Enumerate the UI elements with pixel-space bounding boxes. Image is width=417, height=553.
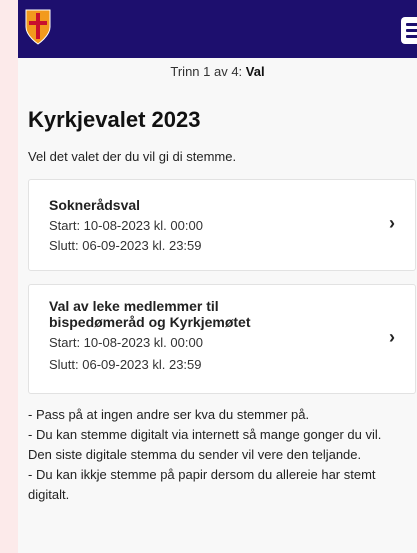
church-logo-icon[interactable] (25, 9, 51, 45)
note-privacy: - Pass på at ingen andre ser kva du stem… (28, 407, 310, 422)
step-prefix: Trinn 1 av 4: (170, 64, 243, 79)
note-paper-vote: - Du kan ikkje stemme på papir dersom du… (28, 467, 376, 502)
election-card-soknerad[interactable]: Soknerådsval Start: 10-08-2023 kl. 00:00… (28, 179, 416, 271)
election-end: Slutt: 06-09-2023 kl. 23:59 (49, 357, 202, 372)
page: Trinn 1 av 4: Val Kyrkjevalet 2023 Vel d… (18, 0, 417, 553)
page-title: Kyrkjevalet 2023 (28, 107, 201, 132)
menu-button[interactable] (401, 17, 417, 44)
top-navigation-bar (18, 0, 417, 58)
election-title-line1: Val av leke medlemmer til (49, 298, 219, 314)
chevron-right-icon: › (389, 327, 395, 347)
intro-text: Vel det valet der du vil gi di stemme. (28, 149, 237, 164)
step-indicator: Trinn 1 av 4: Val (18, 64, 417, 79)
chevron-right-icon: › (389, 213, 395, 233)
hamburger-menu-icon (406, 23, 417, 26)
election-start: Start: 10-08-2023 kl. 00:00 (49, 218, 203, 233)
step-name: Val (245, 64, 265, 79)
election-title-line2: bispedømeråd og Kyrkjemøtet (49, 314, 251, 330)
election-end: Slutt: 06-09-2023 kl. 23:59 (49, 238, 202, 253)
voting-notes: - Pass på at ingen andre ser kva du stem… (28, 405, 408, 505)
election-title: Soknerådsval (49, 197, 141, 213)
election-card-bispedomerad[interactable]: Val av leke medlemmer til bispedømeråd o… (28, 284, 416, 394)
election-start: Start: 10-08-2023 kl. 00:00 (49, 335, 203, 350)
note-multiple-votes: - Du kan stemme digitalt via internett s… (28, 427, 382, 462)
